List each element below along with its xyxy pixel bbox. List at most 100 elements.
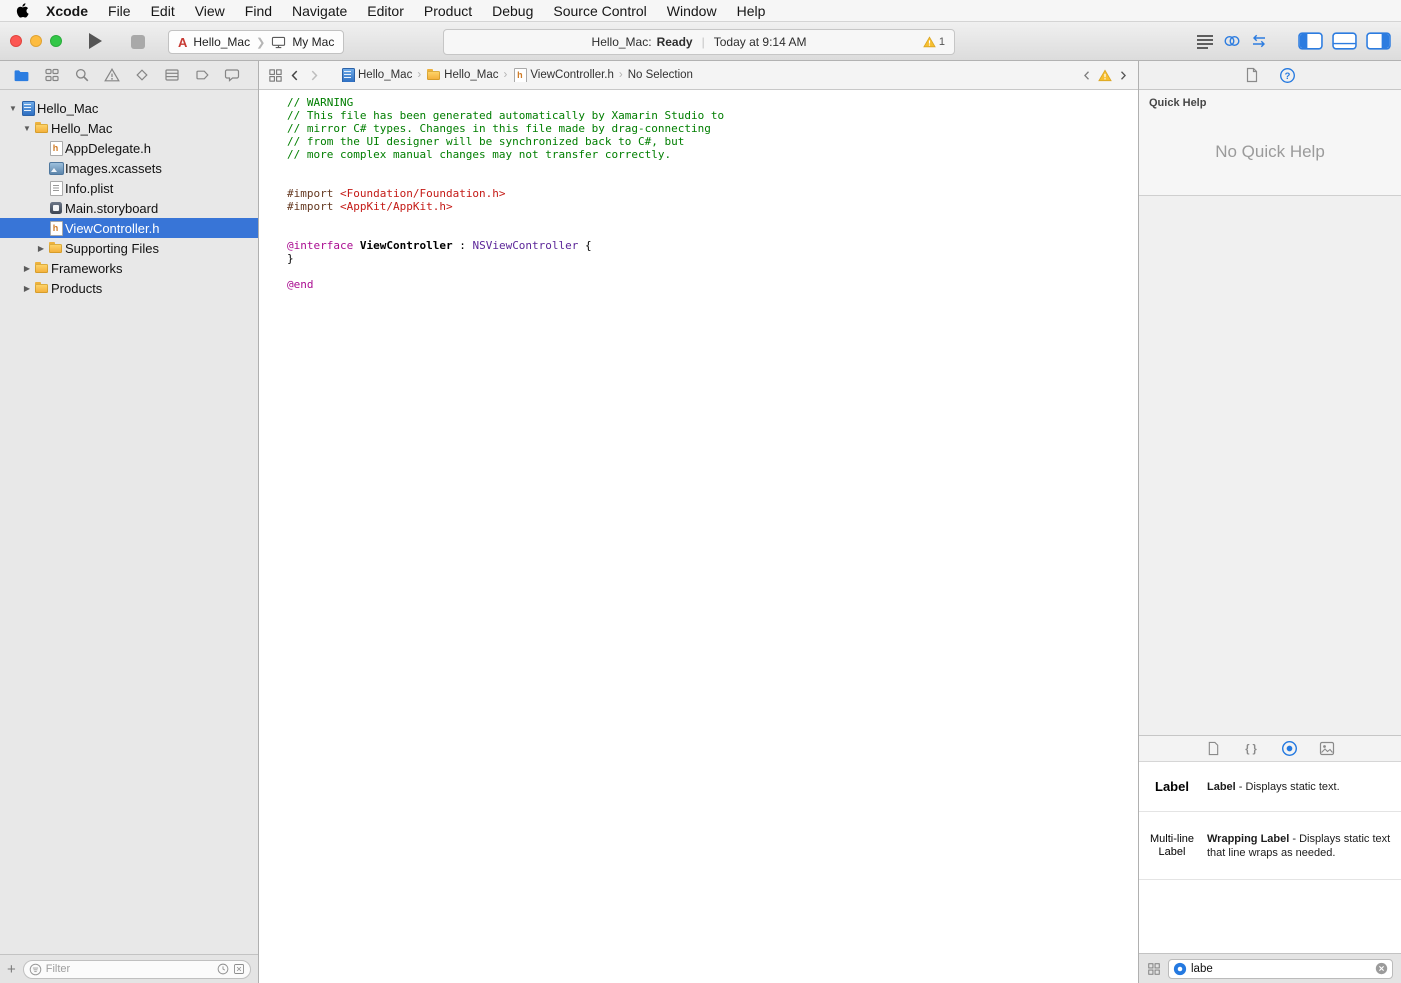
breadcrumb-item-viewcontroller-h[interactable]: h ViewController.h: [512, 68, 614, 82]
utilities-panel-icon: [1366, 32, 1391, 50]
version-editor-button[interactable]: [1250, 33, 1268, 49]
next-issue-icon[interactable]: [1117, 69, 1129, 82]
menu-xcode[interactable]: Xcode: [36, 0, 98, 22]
filter-input[interactable]: [45, 963, 213, 975]
tree-item-appdelegate-h[interactable]: h AppDelegate.h: [0, 138, 258, 158]
toolbar-right-controls: [1196, 22, 1391, 60]
library-item-wrapping-label[interactable]: Multi-line Label Wrapping Label - Display…: [1139, 812, 1401, 880]
toggle-utilities-button[interactable]: [1366, 32, 1391, 50]
target-name: My Mac: [292, 35, 335, 49]
breadcrumb-item-hello-mac[interactable]: Hello_Mac: [340, 68, 412, 82]
forward-button[interactable]: [307, 68, 321, 83]
menu-help[interactable]: Help: [727, 0, 776, 22]
scheme-selector[interactable]: A Hello_Mac ❯ My Mac: [168, 30, 345, 54]
apple-icon: [16, 3, 29, 18]
status-divider: |: [701, 35, 705, 49]
tree-item-main-storyboard[interactable]: Main.storyboard: [0, 198, 258, 218]
menu-editor[interactable]: Editor: [357, 0, 414, 22]
code-snippet-library-tab[interactable]: { }: [1243, 740, 1260, 757]
menu-navigate[interactable]: Navigate: [282, 0, 357, 22]
menu-view[interactable]: View: [185, 0, 235, 22]
zoom-window-button[interactable]: [50, 35, 62, 47]
tree-item-hello-mac[interactable]: ▼ Hello_Mac: [0, 98, 258, 118]
navigator-tab-bar: [0, 61, 258, 90]
xamarin-app-icon: A: [178, 34, 188, 50]
breadcrumb-item-no-selection[interactable]: No Selection: [628, 69, 693, 81]
project-doc-icon: [20, 101, 35, 116]
disclosure-triangle[interactable]: ▼: [6, 104, 20, 113]
tree-item-frameworks[interactable]: ▶ Frameworks: [0, 258, 258, 278]
filter-icon: [29, 963, 42, 975]
clear-search-icon[interactable]: [1375, 962, 1388, 975]
version-editor-icon: [1253, 34, 1265, 48]
breadcrumb-item-hello-mac[interactable]: Hello_Mac: [426, 68, 499, 82]
menu-file[interactable]: File: [98, 0, 141, 22]
back-button[interactable]: [288, 68, 302, 83]
disclosure-triangle[interactable]: ▼: [20, 124, 34, 133]
disclosure-triangle[interactable]: ▶: [34, 244, 48, 253]
recent-files-clock-icon[interactable]: [217, 963, 229, 975]
tree-item-images-xcassets[interactable]: Images.xcassets: [0, 158, 258, 178]
file-inspector-tab[interactable]: [1245, 67, 1259, 83]
test-navigator-tab[interactable]: [133, 67, 150, 84]
library-search-field[interactable]: [1168, 958, 1393, 979]
toggle-debug-area-button[interactable]: [1332, 32, 1357, 50]
close-window-button[interactable]: [10, 35, 22, 47]
library-pane: { } Label Label - Displays static text. Mu…: [1139, 735, 1401, 983]
apple-menu[interactable]: [8, 3, 36, 18]
object-library-tab[interactable]: [1281, 740, 1298, 757]
issue-navigator-tab[interactable]: [103, 67, 120, 84]
add-file-button[interactable]: +: [7, 962, 16, 977]
issue-navigator-icon: [103, 68, 120, 82]
quick-help-inspector-tab[interactable]: ?: [1279, 67, 1296, 84]
tree-item-info-plist[interactable]: Info.plist: [0, 178, 258, 198]
debug-navigator-tab[interactable]: [163, 67, 180, 84]
library-search-input[interactable]: [1191, 962, 1371, 975]
tree-item-viewcontroller-h[interactable]: h ViewController.h: [0, 218, 258, 238]
unsaved-files-icon[interactable]: [233, 963, 245, 975]
menu-debug[interactable]: Debug: [482, 0, 543, 22]
file-template-icon: [1208, 741, 1218, 756]
assistant-editor-button[interactable]: [1223, 33, 1241, 49]
file-tree[interactable]: ▼ Hello_Mac ▼ Hello_Mac h AppDelegate.h Images…: [0, 90, 258, 954]
library-grid-view-button[interactable]: [1147, 962, 1161, 976]
breakpoint-navigator-tab[interactable]: [193, 67, 210, 84]
report-navigator-tab[interactable]: [223, 67, 240, 84]
warning-icon[interactable]: [1098, 68, 1112, 82]
menu-source-control[interactable]: Source Control: [543, 0, 656, 22]
breadcrumb-label: No Selection: [627, 69, 693, 81]
plist-icon: [48, 181, 63, 196]
find-navigator-tab[interactable]: [73, 67, 90, 84]
toggle-navigator-button[interactable]: [1298, 32, 1323, 50]
menu-window[interactable]: Window: [657, 0, 727, 22]
filter-field[interactable]: [22, 959, 251, 979]
scheme-name: Hello_Mac: [193, 35, 251, 49]
file-template-library-tab[interactable]: [1205, 740, 1222, 757]
menu-product[interactable]: Product: [414, 0, 482, 22]
code-line: // mirror C# types. Changes in this file…: [287, 122, 711, 135]
menu-edit[interactable]: Edit: [141, 0, 185, 22]
source-code-editor[interactable]: // WARNING// This file has been generate…: [259, 90, 1138, 983]
library-item-label[interactable]: Label Label - Displays static text.: [1139, 762, 1401, 812]
run-button[interactable]: [89, 33, 102, 49]
stop-button[interactable]: [131, 35, 145, 49]
disclosure-triangle[interactable]: ▶: [20, 284, 34, 293]
symbol-navigator-tab[interactable]: [43, 67, 60, 84]
related-items-button[interactable]: [268, 68, 283, 83]
minimize-window-button[interactable]: [30, 35, 42, 47]
tree-item-supporting-files[interactable]: ▶ Supporting Files: [0, 238, 258, 258]
previous-issue-icon[interactable]: [1081, 69, 1093, 82]
media-library-tab[interactable]: [1319, 740, 1336, 757]
warning-count: 1: [938, 36, 945, 48]
tree-item-hello-mac[interactable]: ▼ Hello_Mac: [0, 118, 258, 138]
tree-item-products[interactable]: ▶ Products: [0, 278, 258, 298]
symbol-navigator-icon: [44, 68, 59, 82]
project-navigator-tab[interactable]: [13, 67, 30, 84]
toolbar: A Hello_Mac ❯ My Mac Hello_Mac: Ready | …: [0, 22, 1401, 61]
menu-find[interactable]: Find: [235, 0, 282, 22]
warning-badge[interactable]: 1: [923, 30, 945, 54]
disclosure-triangle[interactable]: ▶: [20, 264, 34, 273]
issue-stepper: [1081, 68, 1129, 82]
standard-editor-button[interactable]: [1196, 33, 1214, 49]
